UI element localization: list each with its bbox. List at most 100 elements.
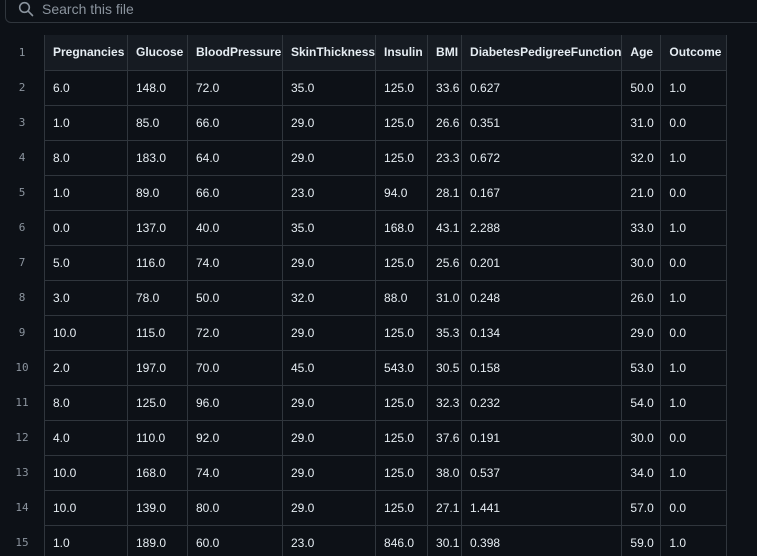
search-bar[interactable] — [5, 0, 757, 23]
table-cell: 70.0 — [187, 349, 283, 386]
line-number[interactable]: 12 — [0, 420, 44, 455]
line-number-gutter: 1 2 3 4 5 6 7 8 9 10 11 12 13 14 15 — [0, 35, 44, 556]
table-cell: 74.0 — [187, 244, 283, 281]
table-cell: 38.0 — [427, 454, 463, 491]
line-number[interactable]: 3 — [0, 105, 44, 140]
table-cell: 33.0 — [621, 209, 662, 246]
table-cell: 21.0 — [621, 174, 662, 211]
table-cell: 85.0 — [127, 104, 188, 141]
table-cell: 33.6 — [427, 69, 463, 106]
column-header: Outcome — [660, 35, 728, 71]
line-number[interactable]: 15 — [0, 525, 44, 556]
table-cell: 29.0 — [281, 489, 377, 526]
table-cell: 23.3 — [427, 139, 463, 176]
table-cell: 29.0 — [281, 244, 377, 281]
line-number[interactable]: 6 — [0, 210, 44, 245]
table-cell: 43.1 — [427, 209, 463, 246]
table-body: 6.0 148.0 72.0 35.0 125.0 33.6 0.627 50.0 1.0 1.0… — [44, 69, 728, 556]
table-cell: 10.0 — [44, 489, 128, 526]
table-cell: 2.288 — [461, 209, 623, 246]
table-cell: 0.0 — [660, 174, 728, 211]
table-cell: 0.232 — [461, 384, 623, 421]
table-row: 8.0 183.0 64.0 29.0 125.0 23.3 0.672 32.0 1.0 — [44, 139, 728, 176]
table-cell: 80.0 — [187, 489, 283, 526]
line-number[interactable]: 1 — [0, 35, 44, 70]
table-cell: 125.0 — [375, 104, 429, 141]
table-cell: 0.134 — [461, 314, 623, 351]
line-number[interactable]: 8 — [0, 280, 44, 315]
table-cell: 34.0 — [621, 454, 662, 491]
table-cell: 88.0 — [375, 279, 429, 316]
table-cell: 57.0 — [621, 489, 662, 526]
table-cell: 125.0 — [375, 489, 429, 526]
line-number[interactable]: 14 — [0, 490, 44, 525]
table-cell: 96.0 — [187, 384, 283, 421]
table-cell: 50.0 — [621, 69, 662, 106]
line-number[interactable]: 9 — [0, 315, 44, 350]
table-cell: 1.0 — [660, 209, 728, 246]
table-cell: 139.0 — [127, 489, 188, 526]
table-cell: 31.0 — [621, 104, 662, 141]
search-input[interactable] — [42, 0, 702, 17]
table-cell: 1.0 — [660, 349, 728, 386]
table-row: 2.0 197.0 70.0 45.0 543.0 30.5 0.158 53.0 1.0 — [44, 349, 728, 386]
table-cell: 543.0 — [375, 349, 429, 386]
line-number[interactable]: 2 — [0, 70, 44, 105]
table-cell: 8.0 — [44, 139, 128, 176]
column-header: Pregnancies — [44, 35, 128, 71]
table-cell: 183.0 — [127, 139, 188, 176]
table-cell: 26.6 — [427, 104, 463, 141]
table-cell: 1.0 — [660, 139, 728, 176]
table-cell: 29.0 — [281, 314, 377, 351]
table-row: 10.0 139.0 80.0 29.0 125.0 27.1 1.441 57.0 0.0 — [44, 489, 728, 526]
table-cell: 0.0 — [660, 489, 728, 526]
column-header: Glucose — [127, 35, 188, 71]
table-cell: 110.0 — [127, 419, 188, 456]
table-cell: 125.0 — [375, 314, 429, 351]
table-cell: 0.398 — [461, 524, 623, 556]
table-row: 1.0 89.0 66.0 23.0 94.0 28.1 0.167 21.0 0.0 — [44, 174, 728, 211]
table-cell: 1.441 — [461, 489, 623, 526]
table-cell: 125.0 — [375, 139, 429, 176]
table-cell: 37.6 — [427, 419, 463, 456]
table-cell: 66.0 — [187, 174, 283, 211]
table-cell: 197.0 — [127, 349, 188, 386]
line-number[interactable]: 4 — [0, 140, 44, 175]
table-cell: 189.0 — [127, 524, 188, 556]
table-cell: 148.0 — [127, 69, 188, 106]
table-cell: 0.191 — [461, 419, 623, 456]
column-header: BMI — [427, 35, 463, 71]
table-cell: 32.0 — [621, 139, 662, 176]
table-cell: 4.0 — [44, 419, 128, 456]
table-cell: 31.0 — [427, 279, 463, 316]
line-number[interactable]: 13 — [0, 455, 44, 490]
table-cell: 72.0 — [187, 314, 283, 351]
line-number[interactable]: 11 — [0, 385, 44, 420]
table-row: 1.0 189.0 60.0 23.0 846.0 30.1 0.398 59.0 1.0 — [44, 524, 728, 556]
table-cell: 0.672 — [461, 139, 623, 176]
line-number[interactable]: 5 — [0, 175, 44, 210]
table-cell: 0.167 — [461, 174, 623, 211]
line-number[interactable]: 7 — [0, 245, 44, 280]
table-cell: 30.0 — [621, 244, 662, 281]
table-cell: 125.0 — [375, 384, 429, 421]
column-header: DiabetesPedigreeFunction — [461, 35, 623, 71]
table-cell: 35.0 — [281, 209, 377, 246]
table-row: 10.0 168.0 74.0 29.0 125.0 38.0 0.537 34.0 1.0 — [44, 454, 728, 491]
table-cell: 168.0 — [127, 454, 188, 491]
search-icon — [18, 1, 34, 17]
table-cell: 29.0 — [281, 104, 377, 141]
table-cell: 29.0 — [281, 139, 377, 176]
table-row: 1.0 85.0 66.0 29.0 125.0 26.6 0.351 31.0 0.0 — [44, 104, 728, 141]
table-cell: 1.0 — [660, 384, 728, 421]
table-cell: 1.0 — [660, 69, 728, 106]
table-cell: 64.0 — [187, 139, 283, 176]
line-number[interactable]: 10 — [0, 350, 44, 385]
table-row: 5.0 116.0 74.0 29.0 125.0 25.6 0.201 30.0 0.0 — [44, 244, 728, 281]
table-cell: 35.3 — [427, 314, 463, 351]
table-cell: 0.0 — [660, 104, 728, 141]
table-cell: 125.0 — [127, 384, 188, 421]
table-cell: 25.6 — [427, 244, 463, 281]
table-row: 8.0 125.0 96.0 29.0 125.0 32.3 0.232 54.0 1.0 — [44, 384, 728, 421]
table-cell: 30.5 — [427, 349, 463, 386]
